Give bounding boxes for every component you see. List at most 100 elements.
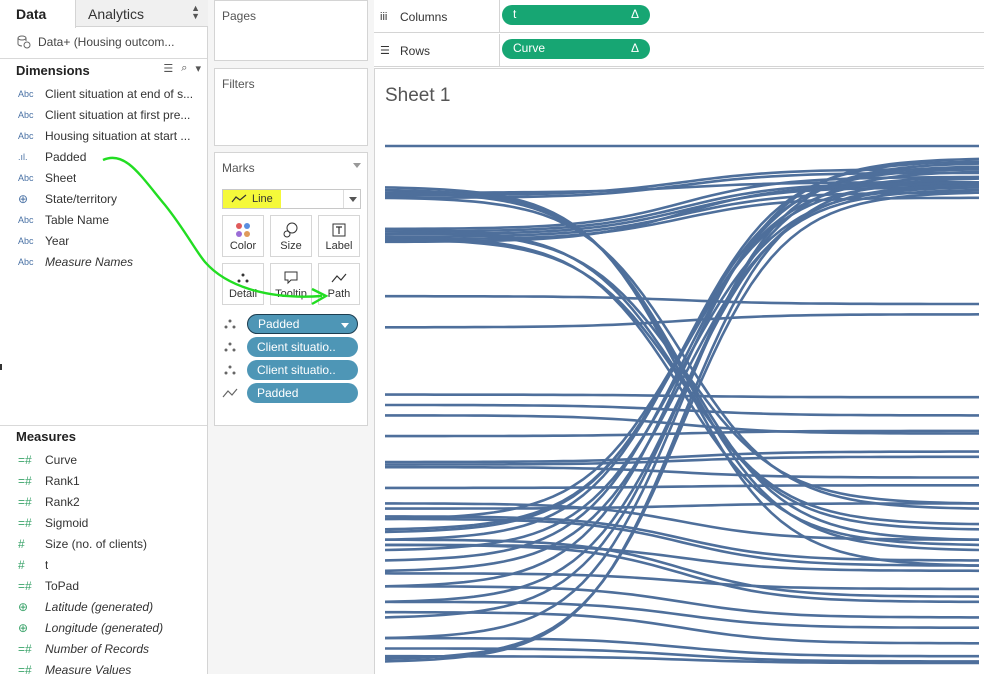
string-type-icon: Abc [18,173,34,183]
marks-pill-row: Client situatio.. [222,337,364,357]
pages-card[interactable]: Pages [214,0,368,61]
field-item[interactable]: ⊕ Latitude (generated) [18,597,206,617]
field-item[interactable]: Abc Table Name [18,210,206,230]
marks-pill[interactable]: Padded [247,383,358,403]
color-button[interactable]: Color [222,215,264,257]
color-icon [236,223,250,237]
search-icon[interactable]: ⌕ [181,62,187,75]
rows-icon: ☰ [380,45,390,57]
marks-pill[interactable]: Client situatio.. [247,360,358,380]
field-item[interactable]: Abc Client situation at first pre... [18,105,206,125]
tableau-workspace: Data Analytics ▲ ▼ Data+ (Housing outcom.… [0,0,984,674]
marks-pill[interactable]: Padded [247,314,358,334]
menu-dropdown-icon[interactable]: ▾ [195,62,201,75]
tab-data[interactable]: Data [0,0,76,28]
chevron-down-icon[interactable] [343,190,360,208]
field-item[interactable]: Abc Measure Names [18,252,206,272]
field-label: State/territory [45,192,118,206]
marks-pill-label: Client situatio.. [257,363,336,377]
number-type-icon: # [18,537,25,551]
path-label: Path [327,288,351,300]
series-line[interactable] [385,313,979,329]
field-label: Curve [45,453,78,467]
rows-pill[interactable]: Curve Δ [502,39,650,59]
field-item[interactable]: =# Number of Records [18,639,206,659]
datasource-item[interactable]: Data+ (Housing outcom... [16,33,174,51]
series-line[interactable] [385,465,979,479]
field-label: Rank1 [45,474,80,488]
chevron-down-icon[interactable] [341,323,349,328]
tab-analytics-label: Analytics [88,6,145,22]
divider [0,425,207,426]
series-line[interactable] [385,483,979,490]
sheet-title[interactable]: Sheet 1 [385,85,451,107]
marks-title: Marks [222,161,255,175]
field-label: Padded [45,150,87,164]
dimensions-toolbar: ☰ ⌕ ▾ [163,62,201,75]
string-type-icon: Abc [18,131,34,141]
field-item[interactable]: Abc Sheet [18,168,206,188]
detail-button[interactable]: Detail [222,263,264,305]
field-item[interactable]: .ıl. Padded [18,147,206,167]
field-item[interactable]: ⊕ Longitude (generated) [18,618,206,638]
field-label: Latitude (generated) [45,600,154,614]
field-label: Housing situation at start ... [45,129,191,143]
mark-type-dropdown[interactable]: Line [222,189,361,209]
columns-pill[interactable]: t Δ [502,5,650,25]
field-item[interactable]: # Size (no. of clients) [18,534,206,554]
field-item[interactable]: Abc Housing situation at start ... [18,126,206,146]
path-icon [222,388,238,398]
field-label: ToPad [45,579,80,593]
filters-card[interactable]: Filters [214,68,368,146]
list-view-icon[interactable]: ☰ [163,62,173,75]
columns-shelf[interactable]: iii Columns t Δ [374,0,984,33]
string-type-icon: Abc [18,89,34,99]
field-item[interactable]: =# Rank2 [18,492,206,512]
table-calc-delta-icon: Δ [630,41,639,55]
filters-title: Filters [222,77,255,91]
marks-pill-row: Padded [222,314,364,334]
tooltip-icon [284,271,298,285]
size-button[interactable]: Size [270,215,312,257]
rows-shelf[interactable]: ☰ Rows Curve Δ [374,34,984,67]
line-chart[interactable] [385,129,979,674]
field-item[interactable]: =# Sigmoid [18,513,206,533]
detail-icon [237,273,249,283]
mark-type-highlight: Line [223,190,281,208]
field-label: Table Name [45,213,110,227]
field-item[interactable]: ⊕ State/territory [18,189,206,209]
field-item[interactable]: =# Measure Values [18,660,206,674]
field-label: Rank2 [45,495,80,509]
field-item[interactable]: =# Curve [18,450,206,470]
path-button[interactable]: Path [318,263,360,305]
tab-analytics[interactable]: Analytics ▲ ▼ [76,0,208,27]
tab-scroll-arrows-icon[interactable]: ▲ ▼ [191,4,200,21]
table-calc-delta-icon: Δ [630,7,639,21]
field-label: Client situation at end of s... [45,87,194,101]
field-label: Measure Values [45,663,132,674]
line-mark-icon [231,194,247,203]
field-item[interactable]: # t [18,555,206,575]
calc-measure-icon: =# [18,663,32,674]
series-line[interactable] [385,600,979,630]
geo-type-icon: ⊕ [18,621,29,635]
tooltip-button[interactable]: Tooltip [270,263,312,305]
tooltip-label: Tooltip [275,288,307,300]
field-label: t [45,558,49,572]
worksheet-view[interactable]: Sheet 1 [374,68,984,674]
detail-icon [224,319,236,329]
series-line[interactable] [385,294,979,306]
detail-icon [224,342,236,352]
field-item[interactable]: Abc Client situation at end of s... [18,84,206,104]
marks-menu-icon[interactable] [353,163,361,168]
field-item[interactable]: =# Rank1 [18,471,206,491]
series-line[interactable] [385,403,979,417]
field-item[interactable]: Abc Year [18,231,206,251]
worksheet-area: iii Columns t Δ ☰ Rows Curve Δ Sheet 1 [374,0,984,674]
sankey-plot[interactable] [385,129,979,674]
field-item[interactable]: =# ToPad [18,576,206,596]
marks-pill[interactable]: Client situatio.. [247,337,358,357]
label-button[interactable]: Label [318,215,360,257]
calc-measure-icon: =# [18,516,32,530]
calc-measure-icon: =# [18,579,32,593]
